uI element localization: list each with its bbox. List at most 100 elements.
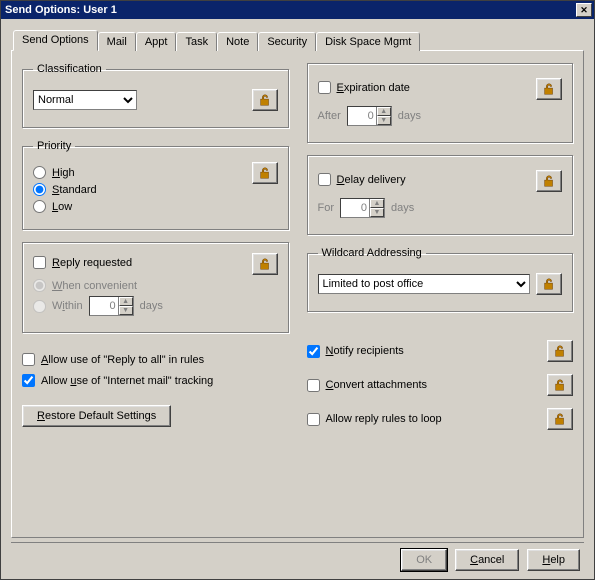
window-title: Send Options: User 1 bbox=[5, 4, 117, 16]
restore-defaults-label: Restore Default Settings bbox=[37, 410, 156, 422]
reply-within-option: Within bbox=[33, 300, 83, 313]
group-legend-wildcard: Wildcard Addressing bbox=[318, 247, 426, 259]
expiration-spinner: ▲ ▼ bbox=[347, 106, 392, 126]
right-column: Expiration date After bbox=[307, 63, 574, 436]
ok-button: OK bbox=[401, 549, 447, 571]
notify-label: Notify recipients bbox=[326, 345, 404, 357]
convert-option[interactable]: Convert attachments bbox=[307, 379, 428, 392]
loop-rules-label: Allow reply rules to loop bbox=[326, 413, 442, 425]
allow-internet-tracking-option[interactable]: Allow use of "Internet mail" tracking bbox=[22, 374, 213, 387]
reply-within-label: Within bbox=[52, 300, 83, 312]
group-legend-classification: Classification bbox=[33, 63, 106, 75]
reply-requested-option[interactable]: Reply requested bbox=[33, 256, 132, 269]
reply-requested-checkbox[interactable] bbox=[33, 256, 46, 269]
reply-within-spinner: ▲ ▼ bbox=[89, 296, 134, 316]
priority-low-label: Low bbox=[52, 201, 72, 213]
priority-low-radio[interactable] bbox=[33, 200, 46, 213]
allow-reply-all-rules-option[interactable]: Allow use of "Reply to all" in rules bbox=[22, 353, 204, 366]
spin-down-icon: ▼ bbox=[119, 306, 133, 315]
allow-internet-tracking-label: Allow use of "Internet mail" tracking bbox=[41, 375, 213, 387]
tab-task[interactable]: Task bbox=[176, 32, 217, 51]
priority-high-option[interactable]: High bbox=[33, 166, 75, 179]
expiration-label: Expiration date bbox=[337, 82, 410, 94]
priority-high-radio[interactable] bbox=[33, 166, 46, 179]
delay-checkbox[interactable] bbox=[318, 173, 331, 186]
group-legend-priority: Priority bbox=[33, 140, 75, 152]
allow-internet-tracking-checkbox[interactable] bbox=[22, 374, 35, 387]
left-column: Classification Normal Priority bbox=[22, 63, 289, 436]
tab-security[interactable]: Security bbox=[258, 32, 316, 51]
dialog-window: Send Options: User 1 ✕ Send Options Mail… bbox=[0, 0, 595, 580]
lock-button-loop-rules[interactable] bbox=[547, 408, 573, 430]
tab-bar: Send Options Mail Appt Task Note Securit… bbox=[11, 29, 584, 50]
tab-disk-space[interactable]: Disk Space Mgmt bbox=[316, 32, 420, 51]
notify-checkbox[interactable] bbox=[307, 345, 320, 358]
lock-button-classification[interactable] bbox=[252, 89, 278, 111]
lock-button-wildcard[interactable] bbox=[536, 273, 562, 295]
help-label: Help bbox=[542, 554, 565, 566]
tab-send-options[interactable]: Send Options bbox=[13, 30, 98, 51]
group-reply: Reply requested When convenient bbox=[22, 242, 289, 333]
restore-defaults-button[interactable]: Restore Default Settings bbox=[22, 405, 171, 427]
delay-label: Delay delivery bbox=[337, 174, 406, 186]
spin-down-icon: ▼ bbox=[370, 208, 384, 217]
convert-checkbox[interactable] bbox=[307, 379, 320, 392]
reply-requested-label: Reply requested bbox=[52, 257, 132, 269]
dialog-button-row: OK Cancel Help bbox=[11, 542, 584, 571]
expiration-checkbox[interactable] bbox=[318, 81, 331, 94]
delay-spinner: ▲ ▼ bbox=[340, 198, 385, 218]
group-priority: Priority High bbox=[22, 140, 289, 230]
reply-within-radio bbox=[33, 300, 46, 313]
help-button[interactable]: Help bbox=[527, 549, 580, 571]
lock-button-reply[interactable] bbox=[252, 253, 278, 275]
cancel-label: Cancel bbox=[470, 554, 504, 566]
priority-standard-option[interactable]: Standard bbox=[33, 183, 97, 196]
allow-reply-all-rules-checkbox[interactable] bbox=[22, 353, 35, 366]
close-icon: ✕ bbox=[580, 5, 588, 16]
group-wildcard: Wildcard Addressing Limited to post offi… bbox=[307, 247, 574, 312]
expiration-option[interactable]: Expiration date bbox=[318, 81, 410, 94]
spin-up-icon: ▲ bbox=[377, 107, 391, 116]
classification-select[interactable]: Normal bbox=[33, 90, 137, 110]
spin-up-icon: ▲ bbox=[119, 297, 133, 306]
client-area: Send Options Mail Appt Task Note Securit… bbox=[1, 19, 594, 579]
group-expiration: Expiration date After bbox=[307, 63, 574, 143]
spin-up-icon: ▲ bbox=[370, 199, 384, 208]
titlebar: Send Options: User 1 ✕ bbox=[1, 1, 594, 19]
lock-button-convert[interactable] bbox=[547, 374, 573, 396]
lock-button-priority[interactable] bbox=[252, 162, 278, 184]
ok-label: OK bbox=[416, 554, 432, 566]
delay-option[interactable]: Delay delivery bbox=[318, 173, 406, 186]
expiration-after-label: After bbox=[318, 110, 341, 122]
tab-note[interactable]: Note bbox=[217, 32, 258, 51]
delay-for-label: For bbox=[318, 202, 335, 214]
cancel-button[interactable]: Cancel bbox=[455, 549, 519, 571]
wildcard-select[interactable]: Limited to post office bbox=[318, 274, 531, 294]
priority-low-option[interactable]: Low bbox=[33, 200, 72, 213]
priority-standard-radio[interactable] bbox=[33, 183, 46, 196]
delay-value bbox=[341, 199, 369, 217]
priority-standard-label: Standard bbox=[52, 184, 97, 196]
lock-open-icon bbox=[258, 166, 272, 180]
lock-button-notify[interactable] bbox=[547, 340, 573, 362]
lock-open-icon bbox=[553, 412, 567, 426]
lock-open-icon bbox=[258, 93, 272, 107]
tab-appt[interactable]: Appt bbox=[136, 32, 177, 51]
spin-down-icon: ▼ bbox=[377, 116, 391, 125]
reply-within-days-label: days bbox=[140, 300, 163, 312]
loop-rules-checkbox[interactable] bbox=[307, 413, 320, 426]
lock-open-icon bbox=[258, 257, 272, 271]
convert-label: Convert attachments bbox=[326, 379, 428, 391]
lock-button-expiration[interactable] bbox=[536, 78, 562, 100]
close-button[interactable]: ✕ bbox=[576, 3, 592, 17]
lock-open-icon bbox=[553, 344, 567, 358]
notify-option[interactable]: Notify recipients bbox=[307, 345, 404, 358]
expiration-days-label: days bbox=[398, 110, 421, 122]
lock-open-icon bbox=[553, 378, 567, 392]
lock-button-delay[interactable] bbox=[536, 170, 562, 192]
loop-rules-option[interactable]: Allow reply rules to loop bbox=[307, 413, 442, 426]
expiration-value bbox=[348, 107, 376, 125]
tab-panel-send-options: Classification Normal Priority bbox=[11, 50, 584, 538]
tab-mail[interactable]: Mail bbox=[98, 32, 136, 51]
lock-open-icon bbox=[542, 174, 556, 188]
